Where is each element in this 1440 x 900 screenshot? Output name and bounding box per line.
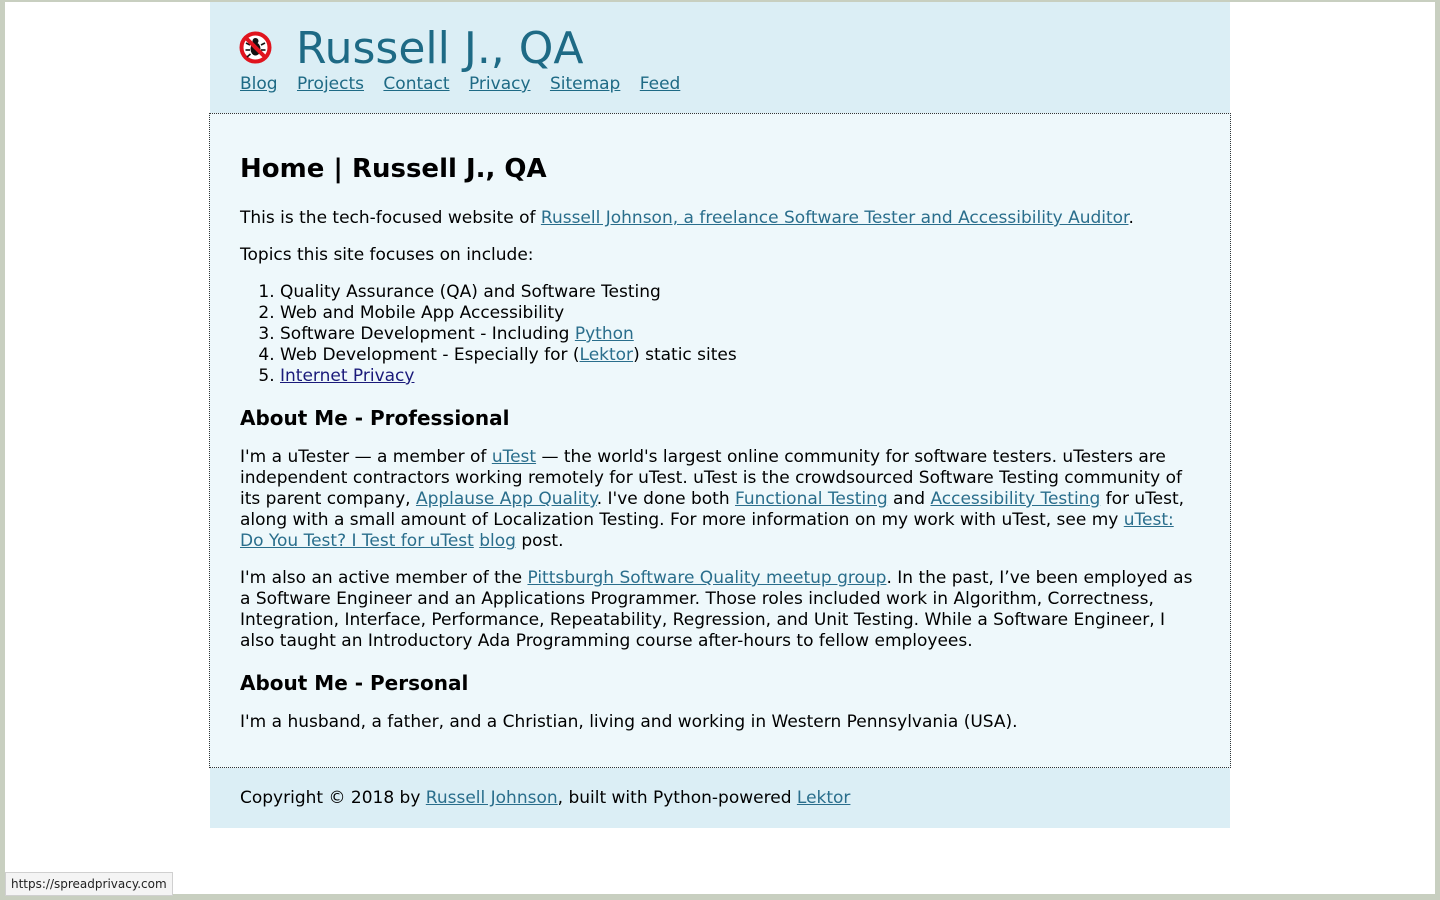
page-heading: Home | Russell J., QA [240, 154, 547, 184]
python-link[interactable]: Python [575, 324, 634, 344]
text: , built with Python-powered [557, 788, 797, 808]
copyright-text: Copyright © 2018 by Russell Johnson, bui… [240, 788, 850, 809]
text: and [887, 489, 931, 509]
topic-text: Web and Mobile App Accessibility [280, 303, 565, 323]
topic-text: Software Development - Including [280, 324, 575, 344]
lektor-link[interactable]: Lektor [580, 345, 634, 365]
topics-intro: Topics this site focuses on include: [240, 245, 534, 265]
internet-privacy-link[interactable]: Internet Privacy [280, 366, 414, 386]
main-content: Home | Russell J., QA This is the tech-f… [209, 113, 1231, 768]
blog-link[interactable]: blog [479, 531, 516, 551]
utest-link[interactable]: uTest [492, 447, 536, 467]
personal-heading: About Me - Personal [240, 671, 469, 695]
accessibility-testing-link[interactable]: Accessibility Testing [930, 489, 1100, 509]
professional-heading: About Me - Professional [240, 406, 510, 430]
text: post. [515, 531, 564, 551]
footer-author-link[interactable]: Russell Johnson [426, 788, 558, 808]
list-item: Internet Privacy [280, 366, 1200, 387]
list-item: Software Development - Including Python [280, 324, 1200, 345]
pittsburgh-meetup-link[interactable]: Pittsburgh Software Quality meetup group [527, 568, 886, 588]
intro-text: This is the tech-focused website of [240, 208, 541, 228]
functional-testing-link[interactable]: Functional Testing [735, 489, 888, 509]
nav-blog[interactable]: Blog [240, 74, 278, 94]
site-title[interactable]: Russell J., QA [296, 23, 584, 75]
main-nav: Blog Projects Contact Privacy Sitemap Fe… [240, 74, 694, 94]
nav-projects[interactable]: Projects [297, 74, 364, 94]
intro-end: . [1128, 208, 1134, 228]
intro-paragraph: This is the tech-focused website of Russ… [240, 208, 1200, 229]
topic-text: ) static sites [633, 345, 737, 365]
personal-paragraph: I'm a husband, a father, and a Christian… [240, 712, 1018, 732]
nav-contact[interactable]: Contact [383, 74, 449, 94]
author-link[interactable]: Russell Johnson, a freelance Software Te… [541, 208, 1129, 228]
text: I'm also an active member of the [240, 568, 528, 588]
text: Copyright © 2018 by [240, 788, 426, 808]
nav-sitemap[interactable]: Sitemap [550, 74, 620, 94]
nav-feed[interactable]: Feed [640, 74, 681, 94]
status-bar-url: https://spreadprivacy.com [5, 872, 173, 896]
list-item: Quality Assurance (QA) and Software Test… [280, 282, 1200, 303]
list-item: Web Development - Especially for (Lektor… [280, 345, 1200, 366]
content-body: Home | Russell J., QA This is the tech-f… [240, 152, 1200, 749]
nav-privacy[interactable]: Privacy [469, 74, 531, 94]
list-item: Web and Mobile App Accessibility [280, 303, 1200, 324]
applause-link[interactable]: Applause App Quality [416, 489, 597, 509]
browser-viewport: Russell J., QA Blog Projects Contact Pri… [5, 2, 1435, 894]
text: I'm a uTester — a member of [240, 447, 492, 467]
professional-paragraph-1: I'm a uTester — a member of uTest — the … [240, 447, 1200, 552]
topic-text: Web Development - Especially for ( [280, 345, 580, 365]
site-footer: Copyright © 2018 by Russell Johnson, bui… [210, 768, 1230, 828]
topic-text: Quality Assurance (QA) and Software Test… [280, 282, 661, 302]
no-bug-icon[interactable] [239, 31, 272, 64]
site-header: Russell J., QA Blog Projects Contact Pri… [210, 2, 1230, 113]
topics-list: Quality Assurance (QA) and Software Test… [240, 282, 1200, 387]
text: . I've done both [596, 489, 736, 509]
footer-lektor-link[interactable]: Lektor [797, 788, 851, 808]
professional-paragraph-2: I'm also an active member of the Pittsbu… [240, 568, 1200, 652]
